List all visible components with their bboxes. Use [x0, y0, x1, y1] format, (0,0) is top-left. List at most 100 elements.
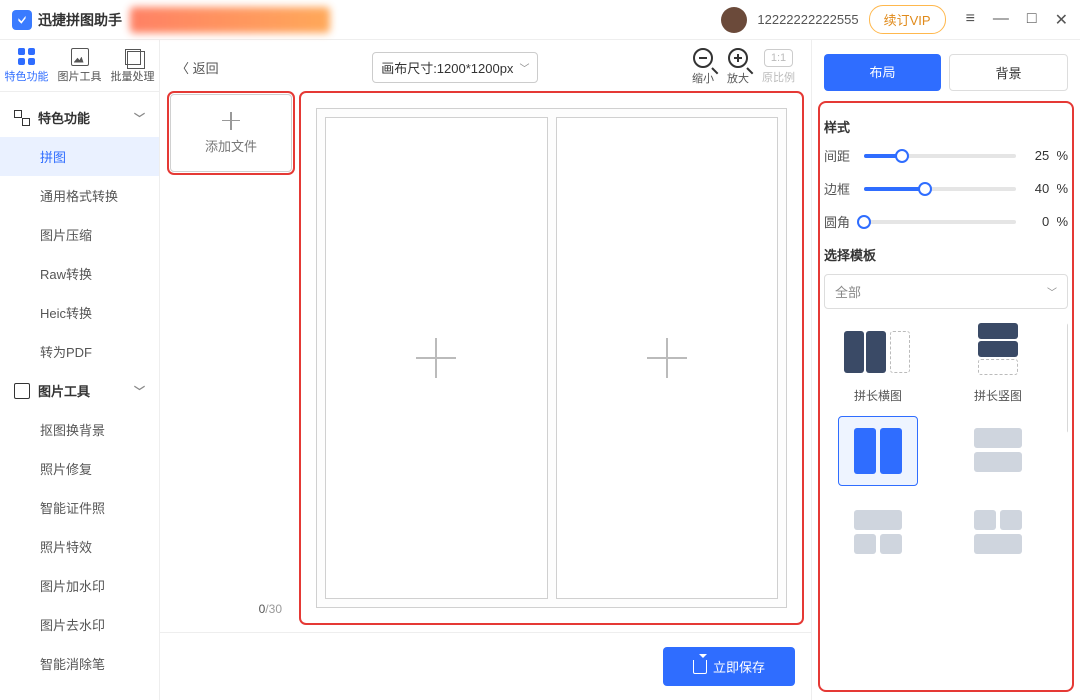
- template-filter-dropdown[interactable]: 全部 ﹀: [824, 274, 1068, 309]
- slider-radius: 圆角 0 %: [824, 212, 1068, 231]
- plus-icon: [647, 338, 687, 378]
- sidebar-item-raw[interactable]: Raw转换: [0, 254, 159, 293]
- section-title: 特色功能: [38, 108, 90, 127]
- back-button[interactable]: 〈 返回: [176, 58, 219, 77]
- ratio-label: 原比例: [762, 69, 795, 85]
- save-button[interactable]: 立即保存: [663, 647, 795, 686]
- sidebar-section-image-tools[interactable]: 图片工具 ﹀: [0, 371, 159, 410]
- zoom-in-icon: [728, 48, 748, 68]
- slider-border: 边框 40 %: [824, 179, 1068, 198]
- close-icon[interactable]: ✕: [1055, 10, 1068, 30]
- titlebar: 迅捷拼图助手 12222222222555 续订VIP ≡ — □ ✕: [0, 0, 1080, 40]
- style-title: 样式: [824, 117, 1068, 136]
- zoom-out-button[interactable]: 缩小: [692, 48, 714, 86]
- canvas-size-label: 画布尺寸:1200*1200px: [381, 58, 513, 77]
- minimize-icon[interactable]: —: [993, 10, 1009, 30]
- plus-icon: [222, 112, 240, 130]
- slider-label: 边框: [824, 179, 856, 198]
- sidebar: 特色功能 ﹀ 拼图 通用格式转换 图片压缩 Raw转换 Heic转换 转为PDF…: [0, 92, 159, 700]
- template-label: 拼长横图: [854, 387, 902, 404]
- chevron-down-icon: ﹀: [134, 383, 145, 399]
- sidebar-item-add-watermark[interactable]: 图片加水印: [0, 566, 159, 605]
- sidebar-item-effects[interactable]: 照片特效: [0, 527, 159, 566]
- slider-track[interactable]: [864, 154, 1016, 158]
- slider-value: 0 %: [1024, 214, 1068, 229]
- zoom-out-label: 缩小: [692, 70, 714, 86]
- tab-image-tools[interactable]: 图片工具: [58, 48, 102, 84]
- chevron-down-icon: ﹀: [134, 110, 145, 126]
- template-3b[interactable]: [944, 498, 1052, 568]
- sidebar-item-eraser[interactable]: 智能消除笔: [0, 644, 159, 683]
- squares-icon: [14, 110, 30, 126]
- zoom-in-button[interactable]: 放大: [727, 48, 749, 86]
- slider-track[interactable]: [864, 220, 1016, 224]
- save-label: 立即保存: [713, 657, 765, 676]
- canvas-cell[interactable]: [556, 117, 779, 599]
- ratio-badge: 1:1: [764, 49, 793, 67]
- sidebar-item-remove-watermark[interactable]: 图片去水印: [0, 605, 159, 644]
- sidebar-item-compress[interactable]: 图片压缩: [0, 215, 159, 254]
- original-ratio-button[interactable]: 1:1 原比例: [762, 49, 795, 85]
- maximize-icon[interactable]: □: [1027, 10, 1037, 30]
- template-2col[interactable]: [824, 416, 932, 486]
- batch-icon: [127, 51, 145, 69]
- promo-banner[interactable]: [130, 7, 330, 33]
- file-count-total: 30: [269, 602, 282, 616]
- menu-icon[interactable]: ≡: [966, 10, 975, 30]
- zoom-out-icon: [693, 48, 713, 68]
- left-column: 特色功能 图片工具 批量处理 特色功能 ﹀ 拼图 通用格式转换 图片压缩 Raw…: [0, 40, 160, 700]
- sidebar-item-restore[interactable]: 照片修复: [0, 449, 159, 488]
- plus-icon: [416, 338, 456, 378]
- tab-batch[interactable]: 批量处理: [111, 48, 155, 84]
- center-pane: 〈 返回 画布尺寸:1200*1200px ﹀ 缩小 放大 1:1 原比例: [160, 40, 812, 700]
- sidebar-item-format-convert[interactable]: 通用格式转换: [0, 176, 159, 215]
- template-3a[interactable]: [824, 498, 932, 568]
- slider-value: 40 %: [1024, 181, 1068, 196]
- sidebar-item-heic[interactable]: Heic转换: [0, 293, 159, 332]
- sidebar-item-to-pdf[interactable]: 转为PDF: [0, 332, 159, 371]
- slider-label: 圆角: [824, 212, 856, 231]
- user-id: 12222222222555: [757, 12, 858, 27]
- download-icon: [693, 660, 707, 674]
- template-filter-label: 全部: [835, 282, 861, 301]
- tab-background[interactable]: 背景: [949, 54, 1068, 91]
- bottom-bar: 立即保存: [160, 632, 811, 700]
- template-2row[interactable]: [944, 416, 1052, 486]
- sidebar-item-cutout[interactable]: 抠图换背景: [0, 410, 159, 449]
- renew-vip-button[interactable]: 续订VIP: [869, 5, 946, 34]
- canvas-toolbar: 〈 返回 画布尺寸:1200*1200px ﹀ 缩小 放大 1:1 原比例: [160, 40, 811, 94]
- avatar[interactable]: [721, 7, 747, 33]
- tab-label: 批量处理: [111, 68, 155, 84]
- canvas: [316, 108, 787, 608]
- slider-spacing: 间距 25 %: [824, 146, 1068, 165]
- add-file-button[interactable]: 添加文件: [170, 94, 292, 172]
- zoom-in-label: 放大: [727, 70, 749, 86]
- add-file-label: 添加文件: [205, 136, 257, 155]
- template-title: 选择模板: [824, 245, 1068, 264]
- right-panel: 布局 背景 样式 间距 25 % 边框 40 % 圆角: [812, 40, 1080, 700]
- picture-icon: [14, 383, 30, 399]
- template-grid: 拼长横图 拼长竖图: [824, 323, 1068, 568]
- canvas-cell[interactable]: [325, 117, 548, 599]
- slider-track[interactable]: [864, 187, 1016, 191]
- file-count: 0/30: [170, 596, 292, 622]
- sidebar-item-collage[interactable]: 拼图: [0, 137, 159, 176]
- template-horizontal-long[interactable]: 拼长横图: [824, 323, 932, 404]
- grid-icon: [18, 48, 36, 66]
- tab-layout[interactable]: 布局: [824, 54, 941, 91]
- chevron-down-icon: ﹀: [1047, 284, 1057, 299]
- template-vertical-long[interactable]: 拼长竖图: [944, 323, 1052, 404]
- scrollbar[interactable]: [1067, 323, 1068, 433]
- canvas-area: [302, 94, 801, 622]
- right-tabs: 布局 背景: [824, 54, 1068, 91]
- sidebar-section-special[interactable]: 特色功能 ﹀: [0, 98, 159, 137]
- top-nav-tabs: 特色功能 图片工具 批量处理: [0, 40, 159, 92]
- tab-special-features[interactable]: 特色功能: [5, 48, 49, 84]
- back-label: 返回: [193, 61, 219, 76]
- filmstrip: 添加文件 0/30: [170, 94, 292, 622]
- tab-label: 图片工具: [58, 68, 102, 84]
- section-title: 图片工具: [38, 381, 90, 400]
- slider-value: 25 %: [1024, 148, 1068, 163]
- canvas-size-dropdown[interactable]: 画布尺寸:1200*1200px ﹀: [372, 52, 538, 83]
- sidebar-item-id-photo[interactable]: 智能证件照: [0, 488, 159, 527]
